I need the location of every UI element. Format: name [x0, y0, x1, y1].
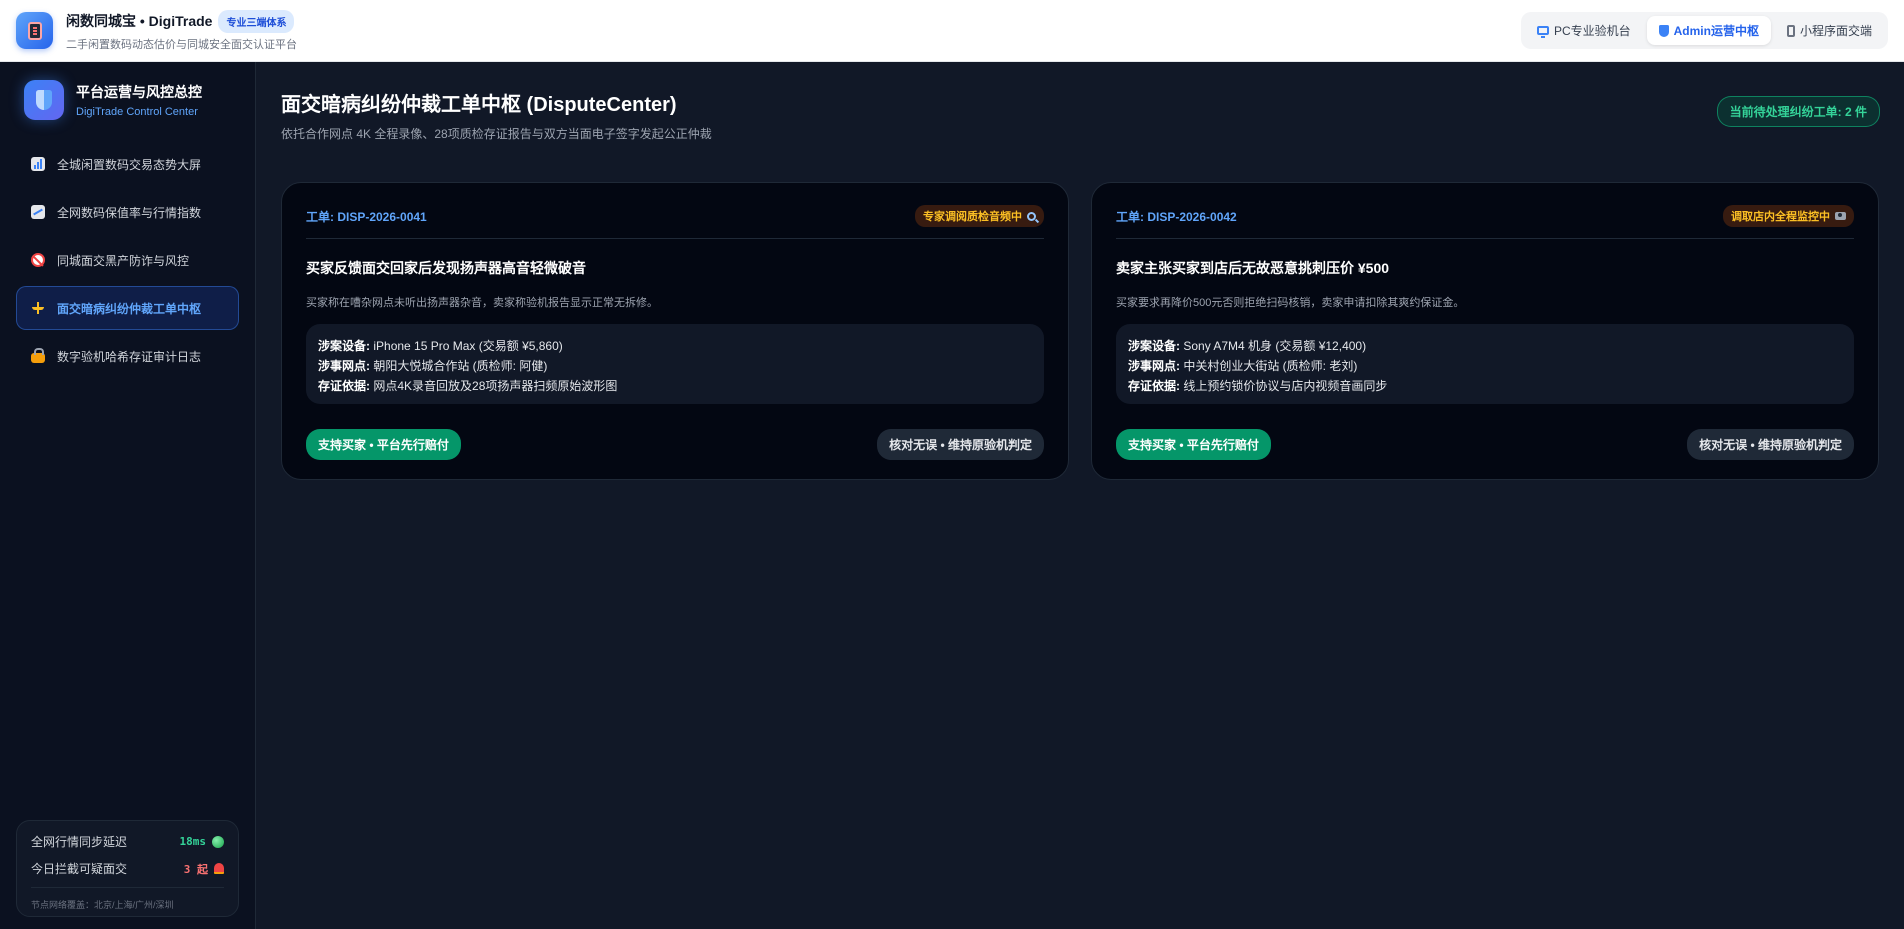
sidebar-item-dispute-center[interactable]: 面交暗病纠纷仲裁工单中枢 [16, 286, 239, 330]
pending-count-badge: 当前待处理纠纷工单: 2 件 [1716, 96, 1880, 127]
mode-label: 小程序面交端 [1799, 24, 1872, 38]
mode-label: PC专业验机台 [1553, 24, 1631, 38]
bar-chart-icon [31, 157, 45, 171]
sidebar-subtitle: DigiTrade Control Center [76, 105, 198, 118]
evidence-panel: 涉案设备: iPhone 15 Pro Max (交易额 ¥5,860) 涉事网… [306, 324, 1044, 404]
shield-icon [1658, 24, 1669, 37]
sidebar-item-label: 全城闲置数码交易态势大屏 [57, 157, 202, 172]
status-text: 调取店内全程监控中 [1731, 211, 1830, 223]
camera-icon [1835, 212, 1846, 220]
sidebar-item-fraud-risk[interactable]: 同城面交黑产防诈与风控 [16, 238, 239, 282]
siren-icon [214, 863, 224, 874]
device-row: 涉案设备: iPhone 15 Pro Max (交易额 ¥5,860) [318, 339, 563, 353]
sidebar-item-label: 同城面交黑产防诈与风控 [57, 253, 190, 268]
sidebar-header: 平台运营与风控总控 DigiTrade Control Center [0, 62, 255, 121]
evidence-row: 存证依据: 线上预约锁价协议与店内视频音画同步 [1128, 379, 1388, 393]
sidebar-title: 平台运营与风控总控 [76, 83, 202, 100]
sync-latency-value: 18ms [179, 835, 207, 848]
support-buyer-button[interactable]: 支持买家 • 平台先行赔付 [306, 429, 461, 460]
status-text: 专家调阅质检音频中 [923, 211, 1022, 223]
keep-judgement-button[interactable]: 核对无误 • 维持原验机判定 [1687, 429, 1854, 460]
intercept-value: 3 起 [183, 862, 208, 876]
network-status-panel: 全网行情同步延迟 18ms 今日拦截可疑面交 3 起 节点网络覆盖：北京/上海/… [16, 820, 239, 917]
mode-pc-inspection[interactable]: PC专业验机台 [1525, 16, 1643, 45]
sync-latency-label: 全网行情同步延迟 [31, 835, 128, 849]
brand: 闲数同城宝 • DigiTrade 专业三端体系 二手闲置数码动态估价与同城安全… [16, 9, 297, 52]
lock-icon [31, 348, 45, 363]
status-badge: 调取店内全程监控中 [1723, 205, 1854, 227]
ticket-card: 工单: DISP-2026-0042 调取店内全程监控中 卖家主张买家到店后无故… [1091, 182, 1879, 480]
support-buyer-button[interactable]: 支持买家 • 平台先行赔付 [1116, 429, 1271, 460]
evidence-panel: 涉案设备: Sony A7M4 机身 (交易额 ¥12,400) 涉事网点: 中… [1116, 324, 1854, 404]
sidebar-item-trade-dashboard[interactable]: 全城闲置数码交易态势大屏 [16, 142, 239, 186]
sidebar-item-value-index[interactable]: 全网数码保值率与行情指数 [16, 190, 239, 234]
sidebar-item-label: 全网数码保值率与行情指数 [57, 205, 202, 220]
shield-logo-icon [24, 79, 64, 120]
site-row: 涉事网点: 朝阳大悦城合作站 (质检师: 阿健) [318, 359, 548, 373]
ticket-title: 买家反馈面交回家后发现扬声器高音轻微破音 [306, 260, 586, 276]
page-title: 面交暗病纠纷仲裁工单中枢 (DisputeCenter) [281, 94, 677, 116]
ticket-card: 工单: DISP-2026-0041 专家调阅质检音频中 买家反馈面交回家后发现… [281, 182, 1069, 480]
mode-admin[interactable]: Admin运营中枢 [1646, 16, 1771, 45]
mode-label: Admin运营中枢 [1673, 24, 1759, 38]
mode-switch: PC专业验机台 Admin运营中枢 小程序面交端 [1520, 12, 1888, 49]
evidence-row: 存证依据: 网点4K录音回放及28项扬声器扫频原始波形图 [318, 379, 618, 393]
device-row: 涉案设备: Sony A7M4 机身 (交易额 ¥12,400) [1128, 339, 1367, 353]
magnifier-icon [1027, 211, 1036, 221]
scale-icon [31, 301, 45, 315]
node-coverage: 节点网络覆盖：北京/上海/广州/深圳 [31, 900, 174, 910]
page-subtitle: 依托合作网点 4K 全程录像、28项质检存证报告与双方当面电子签字发起公正仲裁 [281, 127, 712, 141]
prohibited-icon [31, 253, 45, 267]
ticket-list: 工单: DISP-2026-0041 专家调阅质检音频中 买家反馈面交回家后发现… [281, 182, 1880, 480]
sidebar-item-label: 面交暗病纠纷仲裁工单中枢 [57, 301, 202, 316]
sidebar-item-audit-log[interactable]: 数字验机哈希存证审计日志 [16, 334, 239, 378]
trend-chart-icon [31, 205, 45, 219]
ticket-id: 工单: DISP-2026-0042 [1116, 209, 1237, 224]
sidebar-nav: 全城闲置数码交易态势大屏 全网数码保值率与行情指数 同城面交黑产防诈与风控 面交… [0, 142, 255, 378]
app-title: 闲数同城宝 • DigiTrade [66, 13, 213, 29]
ticket-description: 买家要求再降价500元否则拒绝扫码核销，卖家申请扣除其爽约保证金。 [1116, 297, 1465, 309]
ticket-title: 卖家主张买家到店后无故恶意挑刺压价 ¥500 [1116, 260, 1390, 276]
sidebar: 平台运营与风控总控 DigiTrade Control Center 全城闲置数… [0, 62, 256, 929]
phone-icon [1786, 24, 1795, 37]
keep-judgement-button[interactable]: 核对无误 • 维持原验机判定 [877, 429, 1044, 460]
app-logo-icon [16, 12, 53, 49]
status-badge: 专家调阅质检音频中 [915, 205, 1044, 227]
monitor-icon [1536, 26, 1549, 38]
main-content: 面交暗病纠纷仲裁工单中枢 (DisputeCenter) 依托合作网点 4K 全… [257, 62, 1904, 929]
sidebar-item-label: 数字验机哈希存证审计日志 [57, 349, 202, 364]
ticket-description: 买家称在嘈杂网点未听出扬声器杂音，卖家称验机报告显示正常无拆修。 [306, 297, 658, 309]
app-subtitle: 二手闲置数码动态估价与同城安全面交认证平台 [66, 38, 297, 51]
globe-icon [212, 835, 224, 848]
intercept-label: 今日拦截可疑面交 [31, 862, 128, 876]
site-row: 涉事网点: 中关村创业大街站 (质检师: 老刘) [1128, 359, 1358, 373]
mode-miniprogram[interactable]: 小程序面交端 [1775, 16, 1884, 45]
ticket-id: 工单: DISP-2026-0041 [306, 209, 427, 224]
top-bar: 闲数同城宝 • DigiTrade 专业三端体系 二手闲置数码动态估价与同城安全… [0, 0, 1904, 62]
app-badge: 专业三端体系 [218, 9, 295, 33]
